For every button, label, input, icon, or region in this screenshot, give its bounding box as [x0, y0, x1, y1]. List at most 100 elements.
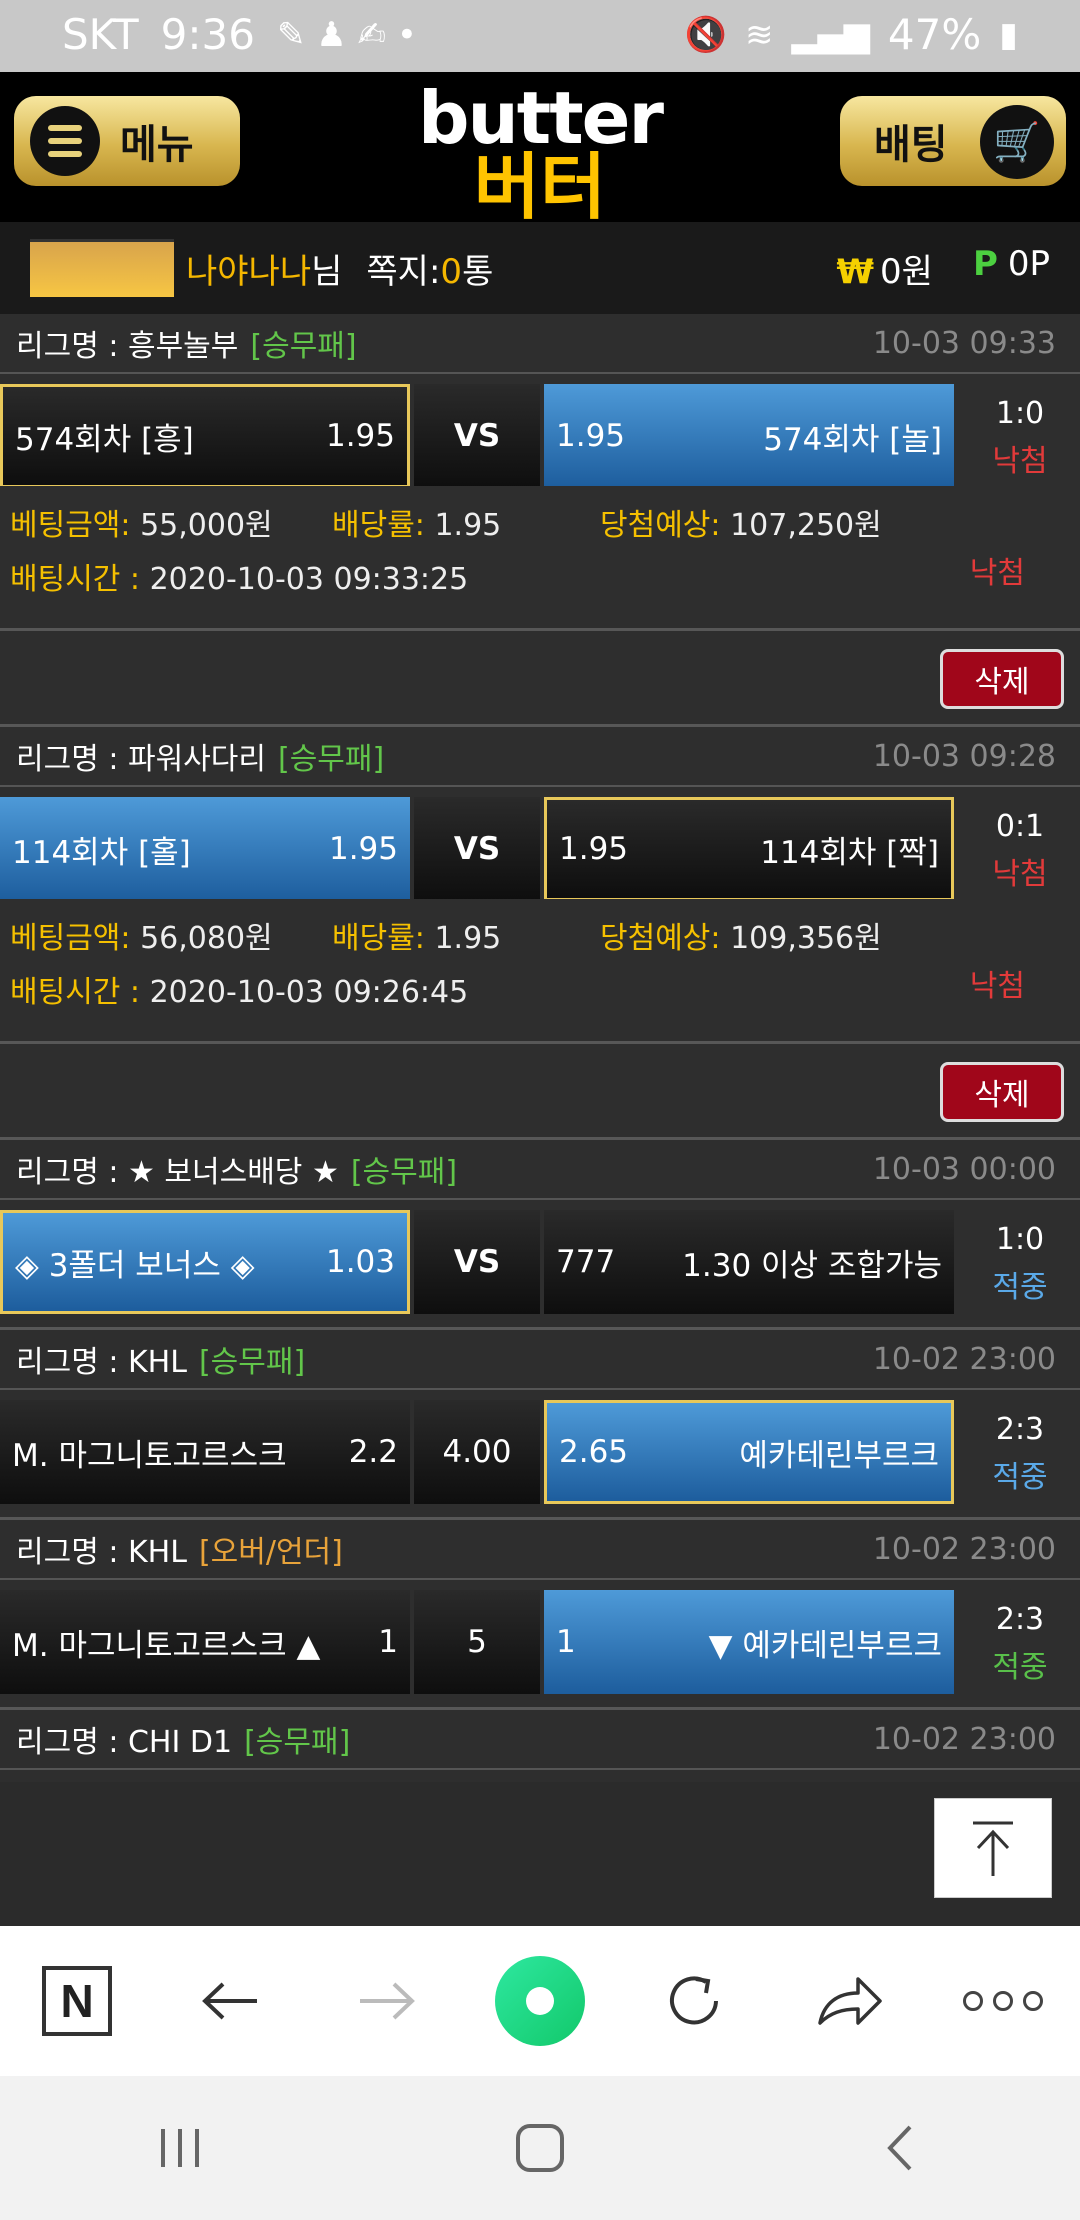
recent-apps-button[interactable] [130, 2098, 230, 2198]
away-odds: 777 [556, 1244, 616, 1280]
cart-icon: 🛒 [980, 105, 1054, 179]
points-value: 0P [1007, 243, 1050, 284]
score: 2:3 [995, 1412, 1045, 1447]
league-name: 리그명 : KHL [16, 1345, 187, 1380]
away-selection[interactable]: 777 1.30 이상 조합가능 [544, 1210, 954, 1314]
bet-result: 낙첨 [969, 969, 1025, 1004]
refresh-icon [670, 1976, 719, 2025]
bet-type: [승무패] [250, 329, 357, 364]
away-selection[interactable]: 1.95 574회차 [놀] [544, 384, 954, 488]
menu-button[interactable]: 메뉴 [14, 96, 240, 186]
away-selection[interactable]: 1 ▼ 예카테린부르크 [544, 1590, 954, 1694]
league-header: 리그명 : 파워사다리 [승무패] 10-03 09:28 [0, 727, 1080, 787]
bet-time: 2020-10-03 09:33:25 [149, 562, 469, 597]
user-honorific: 님 [311, 251, 343, 292]
league-name: 리그명 : ★ 보너스배당 ★ [16, 1155, 339, 1190]
messages-label: 쪽지: [366, 251, 441, 292]
green-dot-icon [494, 1956, 585, 2046]
bet-time: 2020-10-03 09:26:45 [149, 975, 469, 1010]
user-name[interactable]: 나야나나 [186, 244, 311, 293]
system-nav-bar [0, 2076, 1080, 2220]
notification-icon: ✎ ♟ ✍ • [276, 14, 417, 55]
vs-cell: VS [414, 384, 540, 488]
away-odds: 1.95 [559, 831, 629, 867]
list-icon [30, 106, 100, 176]
match-result: 0:1 낙첨 [960, 803, 1080, 899]
draw-odds[interactable]: 4.00 [414, 1400, 540, 1504]
more-button[interactable] [953, 1951, 1053, 2051]
menu-label: 메뉴 [120, 122, 194, 168]
home-selection[interactable]: ◈ 3폴더 보너스 ◈ 1.03 [0, 1210, 410, 1314]
match-status: 낙첨 [992, 857, 1048, 892]
betting-cart-button[interactable]: 배팅 🛒 [840, 96, 1066, 186]
score: 1:0 [995, 1222, 1045, 1257]
away-odds: 1 [556, 1624, 576, 1660]
league-header: 리그명 : CHI D1 [승무패] 10-02 23:00 [0, 1710, 1080, 1770]
balance-area: ₩0원 P 0P [837, 244, 1051, 293]
clock: 9:36 [160, 10, 255, 59]
home-odds: 1 [378, 1624, 398, 1660]
bet-type: [승무패] [198, 1345, 306, 1380]
more-icon [962, 1991, 1043, 2011]
expect-label: 당첨예상: [600, 921, 721, 956]
league-name: 리그명 : 흥부놀부 [16, 329, 239, 364]
bet-type: [승무패] [244, 1725, 351, 1760]
bet-history-list[interactable]: 리그명 : 흥부놀부 [승무패] 10-03 09:33 574회차 [흥] 1… [0, 314, 1080, 1926]
site-logo[interactable]: butter 버터 [390, 80, 690, 223]
delete-button[interactable]: 삭제 [940, 1062, 1064, 1122]
time-label: 배팅시간 : [10, 562, 141, 597]
league-header: 리그명 : KHL [오버/언더] 10-02 23:00 [0, 1520, 1080, 1580]
league-header: 리그명 : 흥부놀부 [승무패] 10-03 09:33 [0, 314, 1080, 374]
away-selection[interactable]: 2.65 예카테린부르크 [544, 1400, 954, 1504]
home-selection[interactable]: 574회차 [흥] 1.95 [0, 384, 410, 488]
green-dot-button[interactable] [490, 1951, 590, 2051]
bet-actions: 삭제 [0, 631, 1080, 727]
signal-icon: ▂▄▆ [791, 14, 870, 55]
messages-link[interactable]: 쪽지:0통 [366, 244, 493, 293]
home-odds: 2.2 [348, 1434, 398, 1470]
arrow-left-icon [202, 1982, 258, 2020]
bet-amount: 56,080원 [140, 921, 273, 956]
bet-rate: 1.95 [434, 921, 502, 956]
chevron-left-icon [887, 2125, 912, 2171]
away-team: 예카테린부르크 [739, 1437, 939, 1474]
home-team: M. 마그니토고르스크 ▲ [12, 1627, 321, 1664]
points-balance: P 0P [973, 244, 1050, 293]
time-label: 배팅시간 : [10, 975, 141, 1010]
vs-cell: VS [414, 1210, 540, 1314]
away-odds: 1.95 [556, 418, 626, 454]
money-value: 0원 [880, 251, 933, 292]
system-back-button[interactable] [850, 2098, 950, 2198]
forward-button[interactable] [336, 1951, 436, 2051]
home-button[interactable] [490, 2098, 590, 2198]
scroll-top-button[interactable] [934, 1798, 1052, 1898]
league-header: 리그명 : ★ 보너스배당 ★ [승무패] 10-03 00:00 [0, 1140, 1080, 1200]
bet-info: 베팅금액: 55,000원 배당률: 1.95 당첨예상: 107,250원 배… [0, 486, 1080, 631]
rate-label: 배당률: [332, 921, 425, 956]
site-header: 메뉴 butter 버터 배팅 🛒 [0, 72, 1080, 223]
delete-button[interactable]: 삭제 [940, 649, 1064, 709]
battery-icon: ▮ [999, 14, 1018, 55]
home-selection[interactable]: 114회차 [홀] 1.95 [0, 797, 410, 901]
home-odds: 1.95 [325, 418, 395, 454]
home-selection[interactable]: M. 마그니토고르스크 ▲ 1 [0, 1590, 410, 1694]
back-button[interactable] [181, 1951, 281, 2051]
away-team: ▼ 예카테린부르크 [708, 1627, 942, 1664]
vs-cell: VS [414, 797, 540, 901]
share-button[interactable] [799, 1951, 899, 2051]
home-team: 114회차 [홀] [12, 834, 191, 871]
away-selection[interactable]: 1.95 114회차 [짝] [544, 797, 954, 901]
won-icon: ₩ [836, 251, 875, 292]
expected-win: 109,356원 [730, 921, 882, 956]
naver-home-button[interactable]: N [27, 1951, 127, 2051]
match-date: 10-03 09:28 [872, 738, 1056, 774]
score: 2:3 [995, 1602, 1045, 1637]
home-selection[interactable]: M. 마그니토고르스크 2.2 [0, 1400, 410, 1504]
expect-label: 당첨예상: [600, 508, 721, 543]
home-team: 574회차 [흥] [15, 421, 194, 458]
home-odds: 1.95 [328, 831, 398, 867]
refresh-button[interactable] [644, 1951, 744, 2051]
divider [0, 1502, 1080, 1520]
match-result: 1:0 적중 [960, 1216, 1080, 1312]
amount-label: 베팅금액: [10, 921, 131, 956]
